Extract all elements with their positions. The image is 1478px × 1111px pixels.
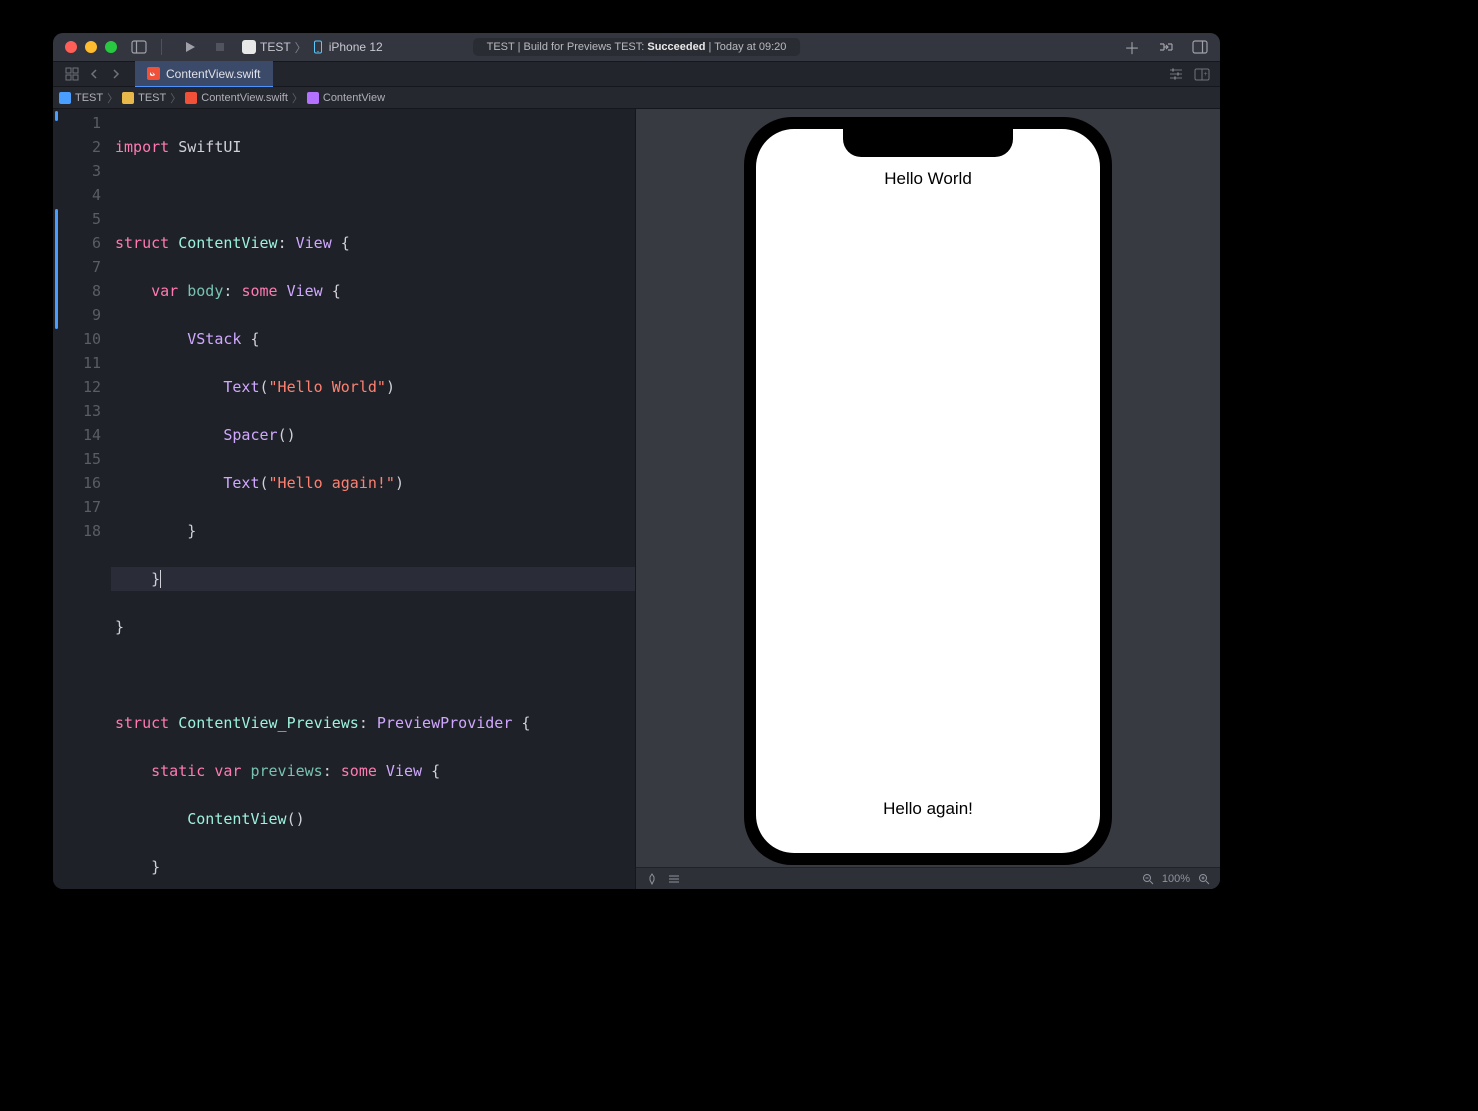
preview-settings-button[interactable] bbox=[668, 873, 680, 885]
related-items-button[interactable] bbox=[63, 65, 81, 83]
activity-status[interactable]: TEST | Build for Previews TEST: Succeede… bbox=[473, 38, 801, 56]
swift-file-icon bbox=[185, 92, 197, 104]
code-content[interactable]: import SwiftUI struct ContentView: View … bbox=[111, 111, 635, 889]
struct-icon bbox=[307, 92, 319, 104]
toggle-navigator-button[interactable] bbox=[131, 39, 147, 55]
zoom-out-button[interactable] bbox=[1142, 873, 1154, 885]
crumb-file: ContentView.swift bbox=[201, 92, 288, 104]
pin-preview-button[interactable] bbox=[646, 873, 658, 885]
preview-canvas: Hello World Hello again! bbox=[635, 109, 1220, 889]
device-icon bbox=[311, 40, 325, 54]
preview-bottom-text: Hello again! bbox=[883, 799, 973, 819]
crumb-folder: TEST bbox=[138, 92, 166, 104]
text-cursor bbox=[160, 570, 161, 588]
canvas-toolbar: 100% bbox=[636, 867, 1220, 889]
tab-label: ContentView.swift bbox=[166, 67, 261, 81]
toolbar-divider bbox=[161, 39, 162, 55]
canvas-viewport[interactable]: Hello World Hello again! bbox=[636, 109, 1220, 867]
preview-top-text: Hello World bbox=[884, 169, 972, 189]
stop-button[interactable] bbox=[212, 39, 228, 55]
crumb-project: TEST bbox=[75, 92, 103, 104]
titlebar: TEST 〉 iPhone 12 TEST | Build for Previe… bbox=[53, 33, 1220, 61]
svg-text:+: + bbox=[1203, 71, 1207, 78]
toggle-inspector-button[interactable] bbox=[1192, 39, 1208, 55]
crumb-symbol: ContentView bbox=[323, 92, 385, 104]
zoom-level[interactable]: 100% bbox=[1162, 873, 1190, 885]
nav-back-button[interactable] bbox=[85, 65, 103, 83]
code-review-button[interactable] bbox=[1158, 39, 1174, 55]
zoom-in-button[interactable] bbox=[1198, 873, 1210, 885]
device-screen: Hello World Hello again! bbox=[756, 129, 1100, 853]
zoom-window-button[interactable] bbox=[105, 41, 117, 53]
close-window-button[interactable] bbox=[65, 41, 77, 53]
project-icon bbox=[59, 92, 71, 104]
tab-contentview[interactable]: ContentView.swift bbox=[135, 61, 273, 87]
change-indicator bbox=[55, 111, 58, 121]
tab-bar: ContentView.swift + bbox=[53, 61, 1220, 87]
adjust-editor-button[interactable] bbox=[1168, 67, 1184, 81]
scheme-selector[interactable]: TEST 〉 iPhone 12 bbox=[242, 39, 383, 56]
nav-forward-button[interactable] bbox=[107, 65, 125, 83]
status-result: Succeeded bbox=[647, 41, 705, 53]
line-gutter: 1 2 3 4 5 6 7 8 9 10 11 12 13 14 15 16 1 bbox=[53, 111, 111, 889]
status-suffix: | Today at 09:20 bbox=[705, 41, 786, 53]
window-controls bbox=[65, 41, 117, 53]
jump-bar[interactable]: TEST 〉 TEST 〉 ContentView.swift 〉 Conten… bbox=[53, 87, 1220, 109]
scheme-device-label: iPhone 12 bbox=[329, 40, 383, 54]
swift-file-icon bbox=[147, 67, 160, 80]
library-button[interactable]: ＋ bbox=[1124, 39, 1140, 55]
source-editor[interactable]: 1 2 3 4 5 6 7 8 9 10 11 12 13 14 15 16 1 bbox=[53, 109, 635, 889]
change-indicator bbox=[55, 209, 58, 329]
xcode-window: TEST 〉 iPhone 12 TEST | Build for Previe… bbox=[53, 33, 1220, 889]
add-editor-button[interactable]: + bbox=[1194, 67, 1210, 81]
main-split: 1 2 3 4 5 6 7 8 9 10 11 12 13 14 15 16 1 bbox=[53, 109, 1220, 889]
folder-icon bbox=[122, 92, 134, 104]
minimize-window-button[interactable] bbox=[85, 41, 97, 53]
device-frame: Hello World Hello again! bbox=[744, 117, 1112, 865]
device-notch bbox=[843, 129, 1013, 157]
status-prefix: TEST | Build for Previews TEST: bbox=[487, 41, 648, 53]
scheme-target-label: TEST bbox=[260, 40, 291, 54]
run-button[interactable] bbox=[182, 39, 198, 55]
app-icon bbox=[242, 40, 256, 54]
